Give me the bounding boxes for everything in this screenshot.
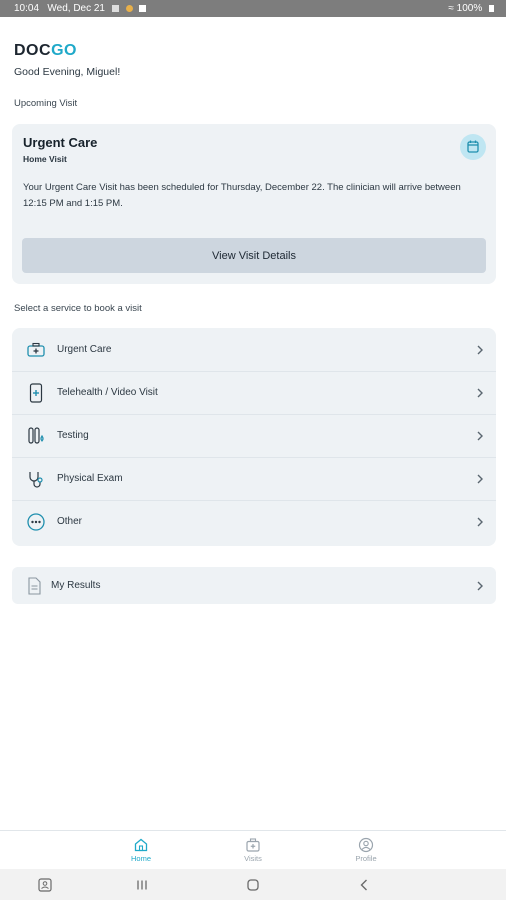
- notification-icon: [111, 4, 119, 12]
- chevron-right-icon: [474, 429, 486, 441]
- services-list: Urgent Care Telehealth / Video Visit Tes…: [12, 328, 496, 546]
- status-bar: 10:04 Wed, Dec 21 ≈ 100%: [0, 0, 506, 17]
- document-icon: [26, 577, 42, 595]
- service-label: Urgent Care: [57, 344, 112, 355]
- chevron-right-icon: [474, 472, 486, 484]
- system-nav-bar: [0, 869, 506, 900]
- my-results-item[interactable]: My Results: [12, 567, 496, 604]
- service-label: Telehealth / Video Visit: [57, 387, 158, 398]
- tab-home-label: Home: [130, 854, 151, 863]
- tab-visits[interactable]: Visits: [223, 831, 283, 870]
- battery-level: 100%: [456, 3, 483, 14]
- chevron-right-icon: [474, 579, 486, 591]
- home-button-icon[interactable]: [245, 877, 261, 893]
- service-item-testing[interactable]: Testing: [12, 414, 496, 458]
- photos-icon: [125, 4, 133, 12]
- tab-profile-label: Profile: [355, 854, 377, 863]
- my-results-label: My Results: [51, 580, 101, 591]
- visit-title: Urgent Care: [23, 135, 98, 150]
- status-time: 10:04: [14, 3, 40, 14]
- calendar-icon[interactable]: [460, 134, 486, 160]
- accessibility-icon[interactable]: [37, 877, 53, 893]
- service-label: Physical Exam: [57, 473, 123, 484]
- tab-home[interactable]: Home: [111, 831, 171, 870]
- stethoscope-icon: [26, 469, 46, 489]
- logo-text-go: GO: [51, 42, 77, 59]
- home-icon: [134, 838, 148, 852]
- medical-bag-icon: [246, 838, 260, 852]
- back-icon[interactable]: [356, 877, 372, 893]
- app-logo: DOCGO: [14, 42, 77, 60]
- more-circle-icon: [26, 512, 46, 532]
- upcoming-visit-heading: Upcoming Visit: [14, 98, 78, 109]
- service-item-physical-exam[interactable]: Physical Exam: [12, 457, 496, 501]
- profile-icon: [358, 837, 374, 853]
- bottom-tab-bar: Home Visits Profile: [0, 830, 506, 870]
- tab-profile[interactable]: Profile: [336, 831, 396, 870]
- visit-type: Home Visit: [23, 154, 67, 164]
- tab-visits-label: Visits: [244, 854, 262, 863]
- services-heading: Select a service to book a visit: [14, 303, 142, 314]
- view-visit-details-button[interactable]: View Visit Details: [22, 238, 486, 273]
- chevron-right-icon: [474, 343, 486, 355]
- chevron-right-icon: [474, 515, 486, 527]
- logo-text-doc: DOC: [14, 42, 52, 59]
- first-aid-kit-icon: [26, 340, 46, 360]
- upcoming-visit-card: Urgent Care Home Visit Your Urgent Care …: [12, 124, 496, 284]
- status-date: Wed, Dec 21: [47, 3, 105, 14]
- phone-plus-icon: [26, 383, 46, 403]
- chevron-right-icon: [474, 386, 486, 398]
- service-item-urgent-care[interactable]: Urgent Care: [12, 328, 496, 372]
- visit-description: Your Urgent Care Visit has been schedule…: [23, 182, 461, 209]
- service-item-telehealth[interactable]: Telehealth / Video Visit: [12, 371, 496, 415]
- greeting-text: Good Evening, Miguel!: [14, 66, 121, 78]
- service-label: Other: [57, 516, 83, 527]
- recent-apps-icon[interactable]: [134, 877, 150, 893]
- service-label: Testing: [57, 430, 89, 441]
- grid-icon: [139, 4, 147, 12]
- wifi-icon: ≈: [448, 3, 454, 14]
- battery-icon: [489, 4, 494, 12]
- test-tube-icon: [26, 426, 46, 446]
- service-item-other[interactable]: Other: [12, 500, 496, 543]
